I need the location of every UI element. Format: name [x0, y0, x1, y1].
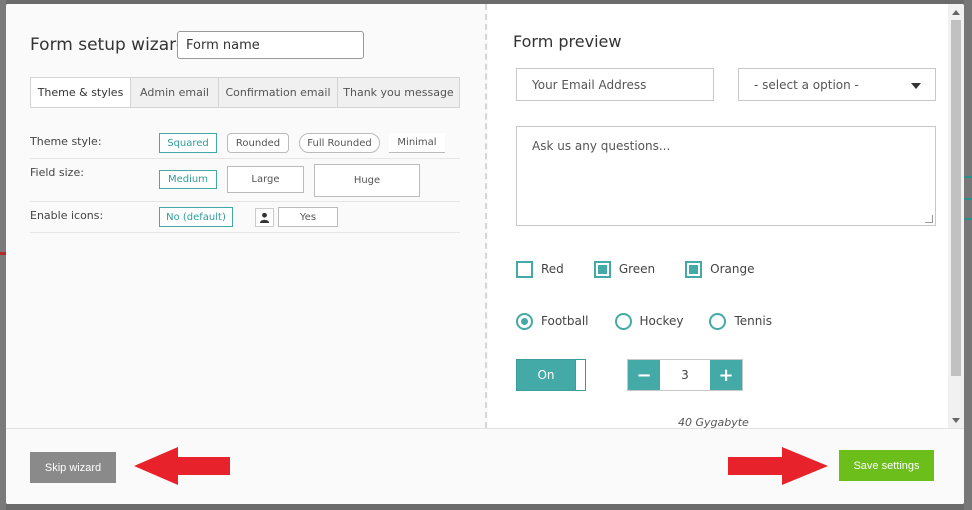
field-size-huge[interactable]: Huge [314, 164, 420, 197]
enable-icons-no[interactable]: No (default) [159, 207, 233, 227]
option-select[interactable]: - select a option - [738, 68, 936, 101]
checkbox-orange[interactable]: Orange [685, 260, 755, 278]
resize-handle-icon[interactable] [925, 215, 933, 223]
wizard-footer: Skip wizard Save settings [6, 428, 964, 504]
radio-circle[interactable] [516, 312, 533, 330]
radio-circle[interactable] [614, 312, 632, 330]
theme-style-rounded[interactable]: Rounded [227, 133, 289, 153]
radio-tennis[interactable]: Tennis [709, 312, 772, 330]
scroll-down-icon[interactable] [948, 414, 964, 426]
toggle-label: On [537, 368, 555, 382]
settings-divider [30, 158, 460, 159]
settings-divider [30, 232, 460, 233]
enable-icons-yes[interactable]: Yes [278, 207, 338, 227]
user-icon [255, 208, 274, 227]
email-field[interactable]: Your Email Address [516, 68, 714, 101]
radio-label: Hockey [639, 314, 684, 328]
field-size-large[interactable]: Large [227, 166, 304, 193]
checkbox-box[interactable] [516, 260, 533, 278]
radio-football[interactable]: Football [516, 312, 589, 330]
radio-label: Tennis [734, 314, 772, 328]
backdrop-right-line [964, 176, 972, 178]
checkbox-group: Red Green Orange [516, 260, 785, 278]
arrow-left-icon [134, 447, 230, 485]
settings-divider [30, 201, 460, 202]
form-preview-pane: Form preview Your Email Address - select… [488, 4, 948, 428]
checkbox-box[interactable] [593, 260, 611, 278]
checkbox-green[interactable]: Green [593, 260, 656, 278]
checkbox-label: Orange [710, 262, 755, 276]
backdrop-right-line [964, 198, 972, 200]
tab-theme-styles[interactable]: Theme & styles [31, 78, 131, 107]
checkbox-box[interactable] [685, 260, 703, 278]
backdrop-right-line [964, 218, 972, 220]
tab-confirmation-email[interactable]: Confirmation email [219, 78, 338, 107]
theme-style-full-rounded[interactable]: Full Rounded [299, 133, 380, 153]
theme-style-squared[interactable]: Squared [159, 133, 217, 153]
scroll-up-icon[interactable] [948, 6, 964, 18]
tab-admin-email[interactable]: Admin email [131, 78, 219, 107]
preview-scrollbar[interactable] [948, 4, 964, 428]
questions-textarea[interactable]: Ask us any questions... [516, 126, 936, 226]
radio-group: Football Hockey Tennis [516, 312, 798, 330]
radio-hockey[interactable]: Hockey [614, 312, 684, 330]
chevron-down-icon [911, 83, 921, 89]
toggle-knob[interactable] [575, 360, 585, 390]
wizard-tabs: Theme & styles Admin email Confirmation … [30, 77, 460, 108]
backdrop-right-strip [964, 0, 972, 510]
quantity-stepper: − 3 + [627, 359, 743, 391]
save-settings-button[interactable]: Save settings [839, 450, 934, 481]
pane-divider [485, 4, 487, 428]
stepper-plus-button[interactable]: + [710, 360, 742, 390]
form-name-input[interactable] [177, 31, 364, 59]
tab-thank-you-message[interactable]: Thank you message [338, 78, 459, 107]
skip-wizard-button[interactable]: Skip wizard [30, 452, 116, 483]
preview-title: Form preview [513, 32, 622, 51]
theme-style-label: Theme style: [30, 135, 102, 148]
wizard-settings-pane: Form setup wizard Theme & styles Admin e… [6, 4, 484, 428]
on-off-toggle[interactable]: On [516, 359, 586, 391]
textarea-placeholder: Ask us any questions... [532, 139, 671, 153]
stepper-value[interactable]: 3 [660, 360, 710, 390]
stepper-minus-button[interactable]: − [628, 360, 660, 390]
form-wizard-modal: Form setup wizard Theme & styles Admin e… [6, 4, 964, 504]
radio-label: Football [541, 314, 589, 328]
theme-style-minimal[interactable]: Minimal [389, 133, 445, 153]
radio-circle[interactable] [709, 312, 727, 330]
enable-icons-label: Enable icons: [30, 209, 104, 222]
field-size-medium[interactable]: Medium [159, 170, 217, 189]
wizard-title: Form setup wizard [30, 35, 187, 55]
select-value: - select a option - [754, 77, 859, 92]
checkbox-red[interactable]: Red [516, 260, 564, 278]
arrow-right-icon [728, 447, 828, 485]
field-size-label: Field size: [30, 166, 84, 179]
scrollbar-thumb[interactable] [951, 20, 961, 376]
checkbox-label: Red [541, 262, 564, 276]
slider-value-text: 40 Gygabyte [678, 416, 749, 428]
checkbox-label: Green [618, 262, 656, 276]
